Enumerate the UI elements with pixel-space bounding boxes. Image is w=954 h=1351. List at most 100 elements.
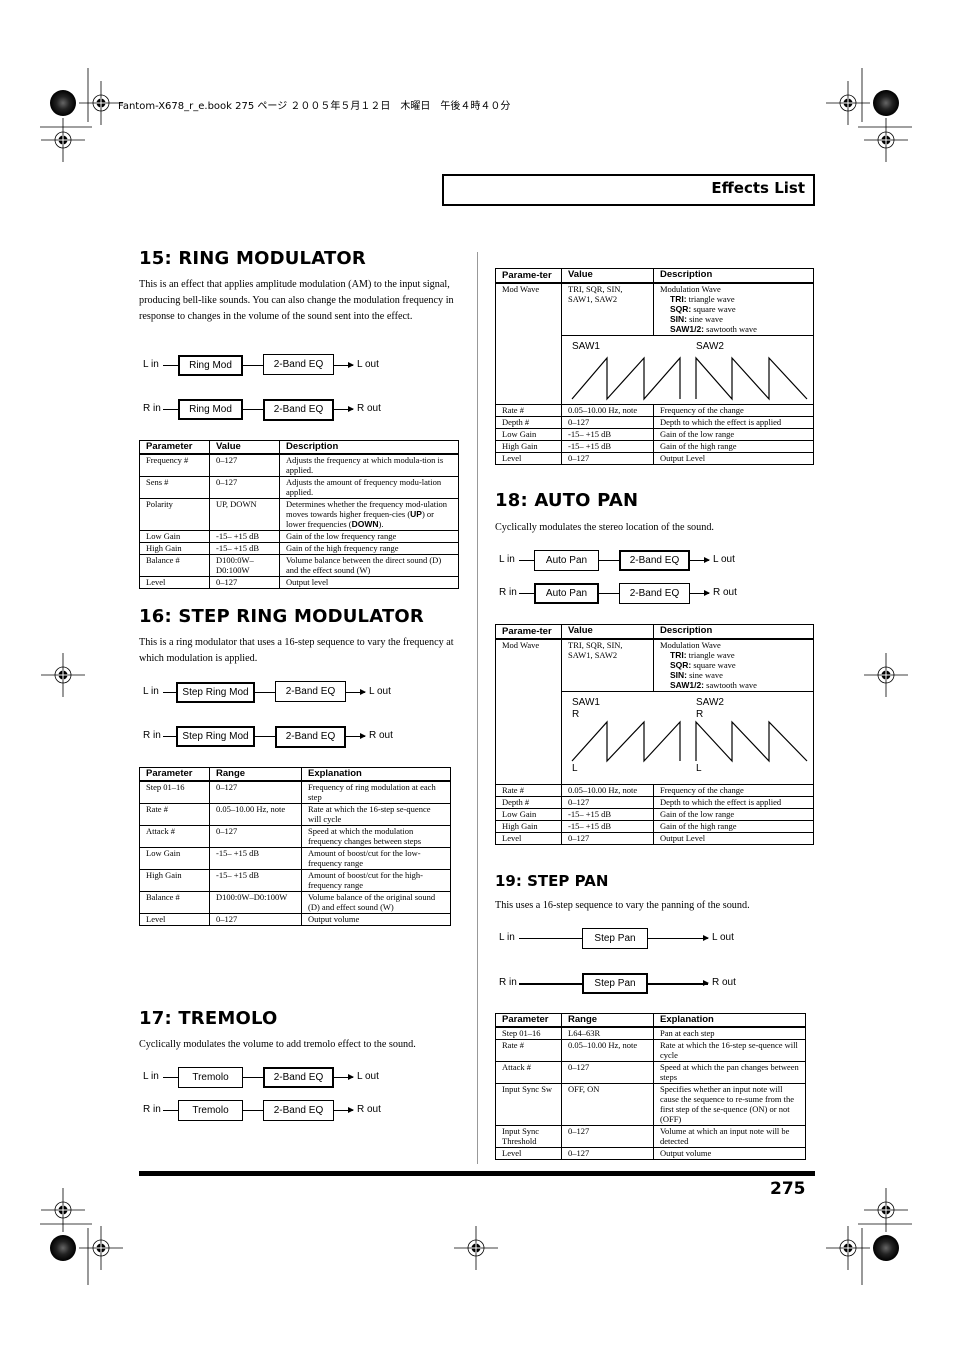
explanation-cell: Output volume [301, 913, 451, 926]
l-in-label: L in [143, 1071, 159, 1082]
r-in-label: R in [499, 977, 517, 988]
tremolo-intro: Cyclically modulates the volume to add t… [139, 1039, 416, 1050]
wave-sqr: SQR: square wave [670, 304, 736, 314]
step-ring-mod-block-l: Step Ring Mod [176, 682, 255, 703]
l-out-label: L out [357, 1071, 379, 1082]
table-row: Balance # D100:0W–D0:100W Volume balance b… [139, 554, 459, 577]
col-header: Parameter [495, 1013, 562, 1028]
tremolo-param-table: Parame-ter Value Description Mod Wave TR… [495, 268, 814, 465]
desc-cell: Modulation Wave TRI: triangle wave SQR: … [653, 282, 814, 336]
param-cell: Balance # [139, 554, 210, 577]
table-row: Depth #0–127 Depth to which the effect is… [495, 796, 814, 809]
range-cell: -15– +15 dB [209, 847, 302, 870]
step-pan-block-l: Step Pan [582, 928, 648, 949]
param-cell: High Gain [139, 869, 210, 892]
table-row: Input Sync Threshold 0–127 Volume at which… [495, 1125, 806, 1148]
range-cell: L64–63R [561, 1026, 654, 1040]
col-header: Parame-ter [495, 268, 562, 284]
wave-saw: SAW1/2: sawtooth wave [670, 324, 757, 334]
desc-cell: Adjusts the frequency at which modula-ti… [279, 453, 459, 477]
desc-cell: Frequency of the change [653, 404, 814, 417]
desc-cell: Modulation Wave TRI: triangle wave SQR: … [653, 638, 814, 692]
param-cell: Frequency # [139, 453, 210, 477]
desc-cell: Output Level [653, 832, 814, 845]
step-pan-block-r: Step Pan [582, 973, 648, 994]
tremolo-block-r: Tremolo [178, 1100, 243, 1121]
col-header: Description [279, 440, 459, 455]
param-cell: Depth # [495, 796, 562, 809]
table-row: Polarity UP, DOWN Determines whether the f… [139, 498, 459, 531]
desc-cell: Output level [279, 576, 459, 589]
table-row: High Gain -15– +15 dB Gain of the high fre… [139, 542, 459, 555]
desc-cell: Adjusts the amount of frequency modu-lat… [279, 476, 459, 499]
table-row: Step 01–16 L64–63R Pan at each step [495, 1026, 806, 1040]
range-cell: 0–127 [209, 913, 302, 926]
range-cell: 0–127 [561, 1061, 654, 1084]
tremolo-title: 17: TREMOLO [139, 1008, 278, 1029]
column-divider [477, 252, 478, 1164]
mod-wave-row: Mod Wave TRI, SQR, SIN, SAW1, SAW2 Modul… [495, 638, 814, 785]
value-cell: 0.05–10.00 Hz, note [561, 404, 654, 417]
r-out-label: R out [713, 587, 737, 598]
table-row: Level 0–127 Output volume [139, 913, 451, 926]
param-cell: Input Sync Threshold [495, 1125, 562, 1148]
param-cell: Rate # [495, 1039, 562, 1062]
param-cell: Level [139, 576, 210, 589]
l-in-label: L in [143, 359, 159, 370]
param-cell: Rate # [139, 803, 210, 826]
l-out-label: L out [713, 554, 735, 565]
param-cell: Step 01–16 [139, 780, 210, 804]
col-header: Explanation [301, 767, 451, 782]
ring-modulator-title: 15: RING MODULATOR [139, 248, 366, 269]
l-in-label: L in [143, 686, 159, 697]
auto-pan-title: 18: AUTO PAN [495, 490, 639, 511]
explanation-cell: Specifies whether an input note will cau… [653, 1083, 806, 1126]
footer-rule [139, 1171, 815, 1176]
table-row: Low Gain -15– +15 dB Amount of boost/cut f… [139, 847, 451, 870]
param-cell: Level [139, 913, 210, 926]
value-cell: 0–127 [561, 416, 654, 429]
param-cell: Balance # [139, 891, 210, 914]
table-row: Rate #0.05–10.00 Hz, note Rate at which t… [139, 803, 451, 826]
saw2-wave [695, 720, 808, 763]
table-row: Level 0–127 Output Level [495, 452, 814, 465]
value-cell: -15– +15 dB [209, 530, 280, 543]
value-cell: 0–127 [561, 832, 654, 845]
value-cell: 0–127 [209, 453, 280, 477]
table-row: Step 01–16 0–127 Frequency of ring modulat… [139, 780, 451, 804]
param-cell: Attack # [139, 825, 210, 848]
table-row: Level 0–127 Output volume [495, 1147, 806, 1160]
sawtooth-waveforms [571, 356, 808, 401]
col-header: Range [561, 1013, 654, 1028]
table-row: High Gain -15– +15 dB Gain of the high ran… [495, 820, 814, 833]
explanation-cell: Frequency of ring modulation at each ste… [301, 780, 451, 804]
param-cell: Mod Wave [495, 282, 562, 405]
tremolo-block-l: Tremolo [178, 1067, 243, 1088]
table-row: High Gain -15– +15 dB Amount of boost/cut … [139, 869, 451, 892]
wave-sqr: SQR: square wave [670, 660, 736, 670]
param-cell: Input Sync Sw [495, 1083, 562, 1126]
col-header: Value [561, 268, 654, 284]
range-cell: 0–127 [209, 780, 302, 804]
eq-block-r: 2-Band EQ [263, 399, 334, 421]
value-cell: -15– +15 dB [561, 808, 654, 821]
step-ring-modulator-title: 16: STEP RING MODULATOR [139, 606, 424, 627]
eq-block-r: 2-Band EQ [619, 583, 690, 604]
col-header: Parameter [139, 767, 210, 782]
explanation-cell: Amount of boost/cut for the low-frequenc… [301, 847, 451, 870]
value-cell: D100:0W–D0:100W [209, 554, 280, 577]
range-cell: 0.05–10.00 Hz, note [209, 803, 302, 826]
explanation-cell: Speed at which the modulation frequency … [301, 825, 451, 848]
table-row: Low Gain -15– +15 dB Gain of the low range [495, 808, 814, 821]
table-row: Level 0–127 Output Level [495, 832, 814, 845]
l-out-label: L out [369, 686, 391, 697]
col-header: Range [209, 767, 302, 782]
section-title: Effects List [711, 179, 805, 197]
explanation-cell: Volume balance of the original sound (D)… [301, 891, 451, 914]
range-cell: 0–127 [209, 825, 302, 848]
explanation-cell: Volume at which an input note will be de… [653, 1125, 806, 1148]
table-row: Low Gain -15– +15 dB Gain of the low frequ… [139, 530, 459, 543]
eq-block-l: 2-Band EQ [275, 681, 346, 702]
saw1-wave [571, 356, 681, 401]
value-cell: 0–127 [561, 796, 654, 809]
